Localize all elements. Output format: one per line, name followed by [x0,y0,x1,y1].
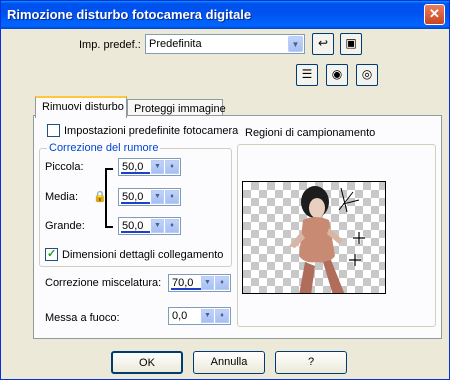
spin-buttons[interactable]: ▼ ♦ [201,309,229,323]
spin-buttons[interactable]: ▼ ♦ [201,276,229,290]
list-icon: ☰ [301,67,313,81]
cancel-button[interactable]: Annulla [193,351,265,374]
chevron-down-icon[interactable]: ▼ [151,160,164,174]
save-preset-button[interactable]: ▣ [340,33,362,55]
chevron-down-icon[interactable]: ▼ [201,309,214,323]
small-label: Piccola: [45,161,84,173]
chevron-down-icon[interactable]: ▼ [151,219,164,233]
small-spinbox[interactable]: 50,0 ▼ ♦ [118,158,181,176]
help-button[interactable]: ? [275,351,347,374]
figure-silhouette [289,186,345,293]
blend-spinbox[interactable]: 70,0 ▼ ♦ [168,274,231,292]
small-level-bar [121,172,150,174]
close-icon: ✕ [429,6,440,21]
link-detail-label[interactable]: Dimensioni dettagli collegamento [62,249,223,261]
chevron-updown-icon[interactable]: ♦ [165,219,179,233]
reset-arrow-icon: ↩ [317,36,329,50]
link-detail-checkbox[interactable] [45,247,58,261]
ok-button[interactable]: OK [111,351,183,374]
tab-label: Proteggi immagine [134,103,226,115]
spin-buttons[interactable]: ▼ ♦ [151,219,179,233]
window-title: Rimozione disturbo fotocamera digitale [7,7,252,22]
medium-label: Media: [45,191,79,203]
blend-label: Correzione miscelatura: [45,277,162,289]
sample-crosshairs[interactable] [349,232,365,266]
large-label: Grande: [45,220,85,232]
proof-button[interactable]: ◉ [326,64,348,86]
large-spinbox[interactable]: 50,0 ▼ ♦ [118,217,181,235]
spin-buttons[interactable]: ▼ ♦ [151,160,179,174]
auto-proof-button[interactable]: ◎ [356,64,378,86]
close-button[interactable]: ✕ [424,4,445,25]
spin-buttons[interactable]: ▼ ♦ [151,190,179,204]
medium-level-bar [121,202,150,204]
link-bracket [105,168,113,228]
preset-dropdown[interactable]: Predefinita ▼ [145,34,305,54]
eye-icon: ◎ [361,67,373,81]
noise-group-title: Correzione del rumore [47,142,161,154]
eye-icon: ◉ [331,67,343,81]
floppy-disk-icon: ▣ [345,36,357,50]
defaults-checkbox-label[interactable]: Impostazioni predefinite fotocamera [64,125,238,137]
title-bar[interactable]: Rimozione disturbo fotocamera digitale ✕ [1,1,449,29]
preview-image [289,186,365,293]
large-level-bar [121,231,150,233]
tab-label: Rimuovi disturbo [42,101,124,113]
dialog-window: Rimozione disturbo fotocamera digitale ✕… [0,0,450,380]
sharpen-value: 0,0 [172,310,188,322]
sharpen-spinbox[interactable]: 0,0 ▼ ♦ [168,307,231,325]
chevron-updown-icon[interactable]: ♦ [165,190,179,204]
chevron-updown-icon[interactable]: ♦ [165,160,179,174]
preset-value: Predefinita [149,38,202,50]
chevron-down-icon[interactable]: ▼ [151,190,164,204]
reset-button[interactable]: ↩ [312,33,334,55]
sharpen-label: Messa a fuoco: [45,312,120,324]
chevron-down-icon[interactable]: ▼ [201,276,214,290]
brush-strokes [338,187,360,213]
medium-spinbox[interactable]: 50,0 ▼ ♦ [118,188,181,206]
tab-rimuovi-disturbo[interactable]: Rimuovi disturbo [35,96,127,118]
preset-label: Imp. predef.: [79,39,141,51]
dialog-options-button[interactable]: ☰ [296,64,318,86]
chevron-down-icon[interactable]: ▼ [288,36,303,52]
defaults-checkbox[interactable] [47,124,60,137]
chevron-updown-icon[interactable]: ♦ [215,276,229,290]
sampling-label: Regioni di campionamento [245,127,376,139]
sampling-preview[interactable] [242,181,386,294]
chevron-updown-icon[interactable]: ♦ [215,309,229,323]
